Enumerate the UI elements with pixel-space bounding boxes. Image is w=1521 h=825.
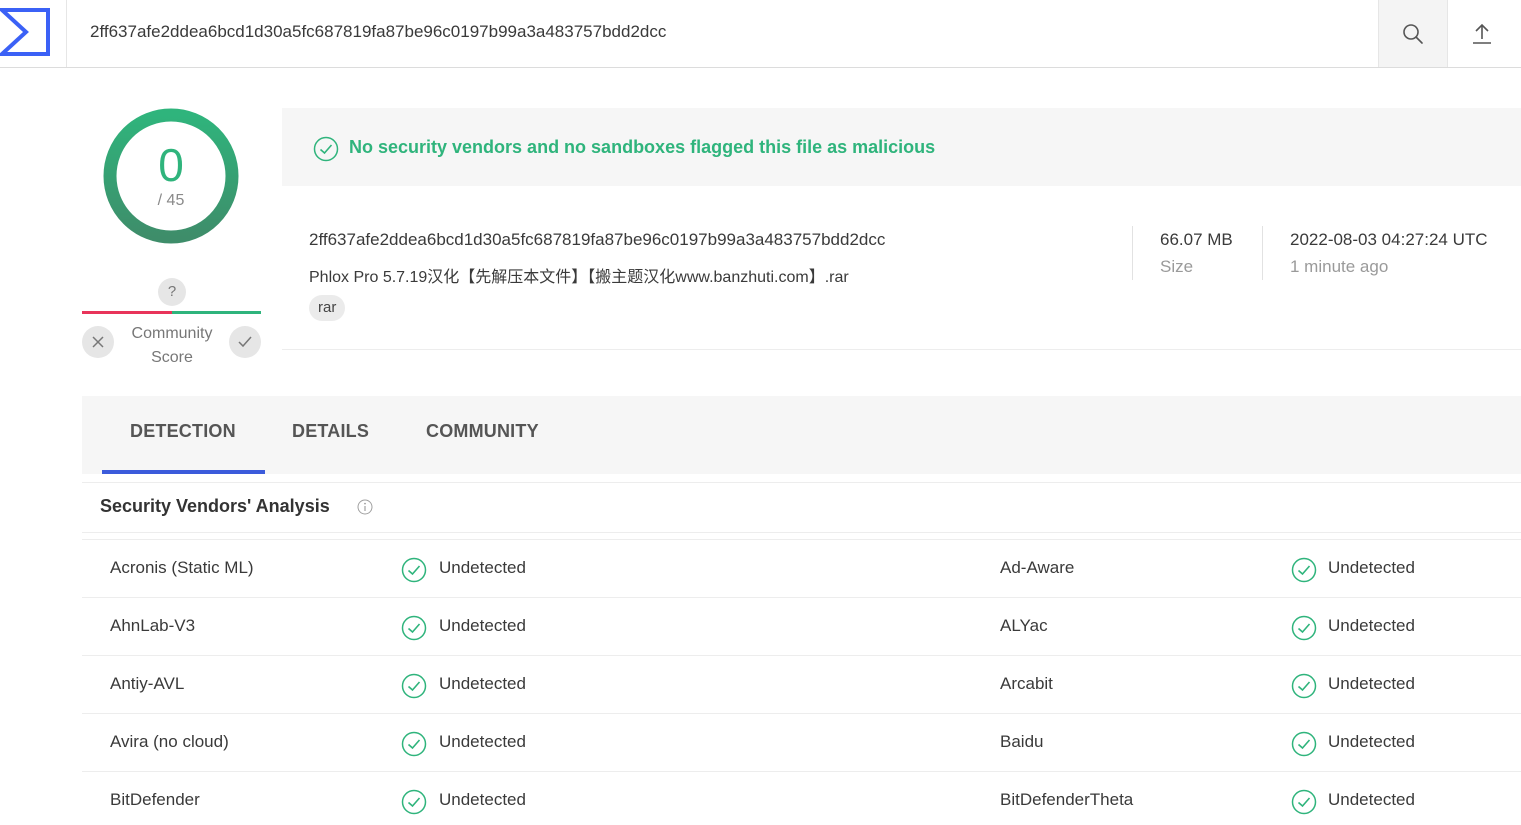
analysis-date: 2022-08-03 04:27:24 UTC (1290, 230, 1488, 249)
vendor-name: AhnLab-V3 (110, 616, 196, 635)
vendor-result: Undetected (439, 732, 526, 751)
vendor-name: Baidu (1000, 732, 1044, 751)
undetected-icon (1291, 615, 1317, 641)
tab-detection[interactable]: DETECTION (130, 421, 236, 442)
vendor-result: Undetected (439, 616, 526, 635)
undetected-icon (1291, 731, 1317, 757)
search-input[interactable] (90, 18, 1360, 46)
undetected-icon (401, 557, 427, 583)
table-row: AhnLab-V3 Undetected ALYac Undetected (82, 597, 1521, 655)
vendor-name: Arcabit (1000, 674, 1053, 693)
analysis-title: Security Vendors' Analysis (100, 496, 330, 516)
undetected-icon (1291, 673, 1317, 699)
vendor-result: Undetected (439, 558, 526, 577)
vendor-name: Antiy-AVL (110, 674, 185, 693)
checkmark-icon (238, 336, 252, 348)
vendor-name: Acronis (Static ML) (110, 558, 254, 577)
search-icon (1403, 23, 1423, 44)
vendor-table: Acronis (Static ML) Undetected Ad-Aware … (82, 539, 1521, 825)
check-circle-icon (313, 136, 339, 162)
undetected-icon (1291, 789, 1317, 815)
status-message: No security vendors and no sandboxes fla… (349, 137, 936, 157)
search-button[interactable] (1378, 0, 1447, 67)
table-row: BitDefender Undetected BitDefenderTheta … (82, 771, 1521, 825)
top-bar (0, 0, 1521, 68)
table-row: Acronis (Static ML) Undetected Ad-Aware … (82, 539, 1521, 597)
community-score-bar-malicious (82, 311, 172, 314)
file-name: Phlox Pro 5.7.19汉化【先解压本文件】【搬主题汉化www.banz… (309, 269, 849, 286)
meta-divider (1132, 226, 1133, 280)
upload-icon (1473, 23, 1491, 44)
tab-details[interactable]: DETAILS (292, 421, 369, 442)
tab-community[interactable]: COMMUNITY (426, 421, 539, 442)
vendor-result: Undetected (1328, 674, 1415, 693)
file-size-label: Size (1160, 257, 1194, 276)
detection-total: / 45 (157, 192, 185, 209)
vendor-name: BitDefenderTheta (1000, 790, 1134, 809)
undetected-icon (401, 731, 427, 757)
detection-count: 0 (158, 139, 184, 191)
undetected-icon (401, 789, 427, 815)
undetected-icon (401, 615, 427, 641)
community-score-value: ? (158, 278, 186, 306)
file-hash: 2ff637afe2ddea6bcd1d30a5fc687819fa87be96… (309, 230, 886, 249)
vendor-result: Undetected (1328, 558, 1415, 577)
info-icon[interactable] (357, 499, 373, 515)
undetected-icon (1291, 557, 1317, 583)
vendor-name: ALYac (1000, 616, 1048, 635)
vendor-name: Avira (no cloud) (110, 732, 229, 751)
close-icon (92, 336, 104, 348)
upload-button[interactable] (1447, 0, 1516, 67)
vendor-name: BitDefender (110, 790, 200, 809)
file-size-value: 66.07 MB (1160, 230, 1233, 249)
vendor-result: Undetected (1328, 790, 1415, 809)
file-type-tag[interactable]: rar (309, 295, 346, 321)
vendor-result: Undetected (1328, 732, 1415, 751)
topbar-divider (66, 0, 67, 67)
vendor-result: Undetected (1328, 616, 1415, 635)
vendor-result: Undetected (439, 790, 526, 809)
undetected-icon (401, 673, 427, 699)
virustotal-logo-icon[interactable] (0, 8, 52, 56)
analysis-date-relative: 1 minute ago (1290, 257, 1389, 276)
active-tab-indicator (102, 470, 265, 474)
vote-harmless-button[interactable] (229, 326, 261, 358)
vendor-name: Ad-Aware (1000, 558, 1075, 577)
table-row: Avira (no cloud) Undetected Baidu Undete… (82, 713, 1521, 771)
vote-malicious-button[interactable] (82, 326, 114, 358)
meta-divider (1262, 226, 1263, 280)
vendor-result: Undetected (439, 674, 526, 693)
community-score-label: Community Score (131, 325, 213, 366)
table-row: Antiy-AVL Undetected Arcabit Undetected (82, 655, 1521, 713)
community-score-bar-harmless (172, 311, 261, 314)
